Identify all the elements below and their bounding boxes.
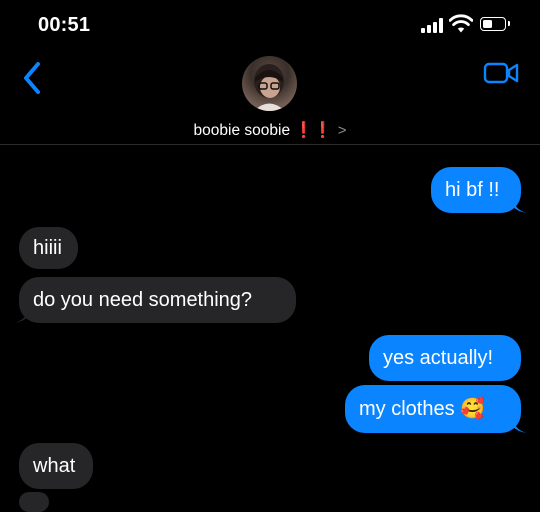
bubble-tail xyxy=(512,196,527,213)
message-text: hiiii xyxy=(33,237,62,259)
message-bubble[interactable]: hi bf !! xyxy=(431,167,521,213)
battery-icon xyxy=(480,17,510,31)
header-divider xyxy=(0,144,540,145)
message-bubble[interactable]: yes actually! xyxy=(369,335,521,381)
message-text: yes actually! xyxy=(383,347,494,369)
contact-avatar[interactable] xyxy=(242,56,297,111)
back-chevron-icon[interactable] xyxy=(18,58,48,98)
message-bubble[interactable]: hiiii xyxy=(19,227,78,269)
cellular-signal-icon xyxy=(421,17,443,33)
video-camera-icon[interactable] xyxy=(483,58,521,88)
wifi-icon xyxy=(449,14,473,33)
chevron-right-icon: > xyxy=(337,122,347,139)
status-time: 00:51 xyxy=(38,14,91,36)
message-bubble[interactable]: do you need something? xyxy=(19,277,296,323)
contact-name-button[interactable]: boobie soobie ❗️❗️ > xyxy=(0,121,540,140)
message-text: what xyxy=(33,455,76,477)
avatar-photo xyxy=(254,64,285,111)
message-bubble[interactable]: what xyxy=(19,443,93,489)
typing-indicator xyxy=(19,492,49,512)
contact-name: boobie soobie xyxy=(193,122,291,139)
message-text: my clothes 🥰 xyxy=(359,398,486,420)
bubble-tail xyxy=(512,416,527,433)
message-bubble[interactable]: my clothes 🥰 xyxy=(345,385,521,433)
bubble-tail xyxy=(14,306,29,323)
message-text: do you need something? xyxy=(33,289,253,311)
message-text: hi bf !! xyxy=(445,179,500,201)
contact-emoji: ❗️❗️ xyxy=(294,122,333,139)
